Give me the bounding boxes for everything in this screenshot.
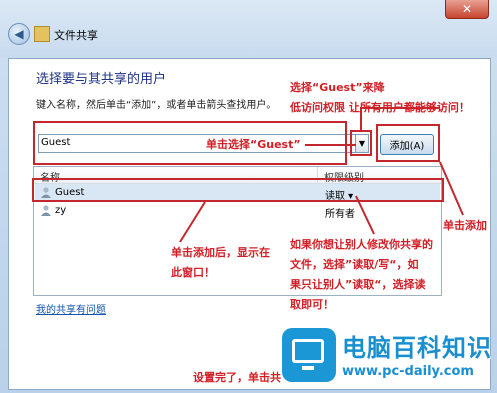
watermark-url: www.pc-daily.com xyxy=(342,364,474,379)
back-button[interactable]: ◀ xyxy=(8,23,30,45)
annotation-select-guest: 单击选择“Guest” xyxy=(206,138,301,151)
back-arrow-icon: ◀ xyxy=(14,27,24,41)
help-link[interactable]: 我的共享有问题 xyxy=(36,301,106,316)
user-icon xyxy=(41,205,51,216)
list-item-zy[interactable]: zy 所有者 xyxy=(35,202,440,220)
highlight-add-button xyxy=(376,124,440,162)
close-icon: ✕ xyxy=(461,2,473,16)
permission-label: 所有者 xyxy=(325,209,355,220)
title-bar: ◀ 文件共享 ✕ xyxy=(0,0,497,58)
annotation-guest-note: 选择“Guest”来降 低访问权限 让所有用户都能够访问！ xyxy=(290,81,470,114)
watermark-brand: 电脑百科知识 xyxy=(342,334,492,362)
annotation-done: 设置完了，单击共 xyxy=(193,371,281,384)
page-title: 选择要与其共享的用户 xyxy=(36,72,167,87)
user-name: zy xyxy=(55,205,67,216)
monitor-logo-icon xyxy=(282,328,336,382)
highlight-dropdown xyxy=(350,130,372,156)
watermark: 电脑百科知识 www.pc-daily.com xyxy=(282,326,492,388)
window-title: 文件共享 xyxy=(54,29,98,42)
highlight-guest-row xyxy=(32,178,444,202)
annotation-click-add: 单击添加 xyxy=(443,219,487,232)
instruction-text: 键入名称，然后单击“添加”，或者单击箭头查找用户。 xyxy=(36,100,277,111)
window-frame: ◀ 文件共享 ✕ 选择要与其共享的用户 键入名称，然后单击“添加”，或者单击箭头… xyxy=(0,0,497,393)
file-share-icon xyxy=(34,26,50,42)
annotation-after-add: 单击添加后，显示在 此窗口！ xyxy=(171,246,270,279)
close-button[interactable]: ✕ xyxy=(445,0,489,19)
annotation-permission: 如果你想让别人修改你共享的 文件，选择”读取/写“，如 果只让别人”读取“，选择… xyxy=(290,238,433,311)
